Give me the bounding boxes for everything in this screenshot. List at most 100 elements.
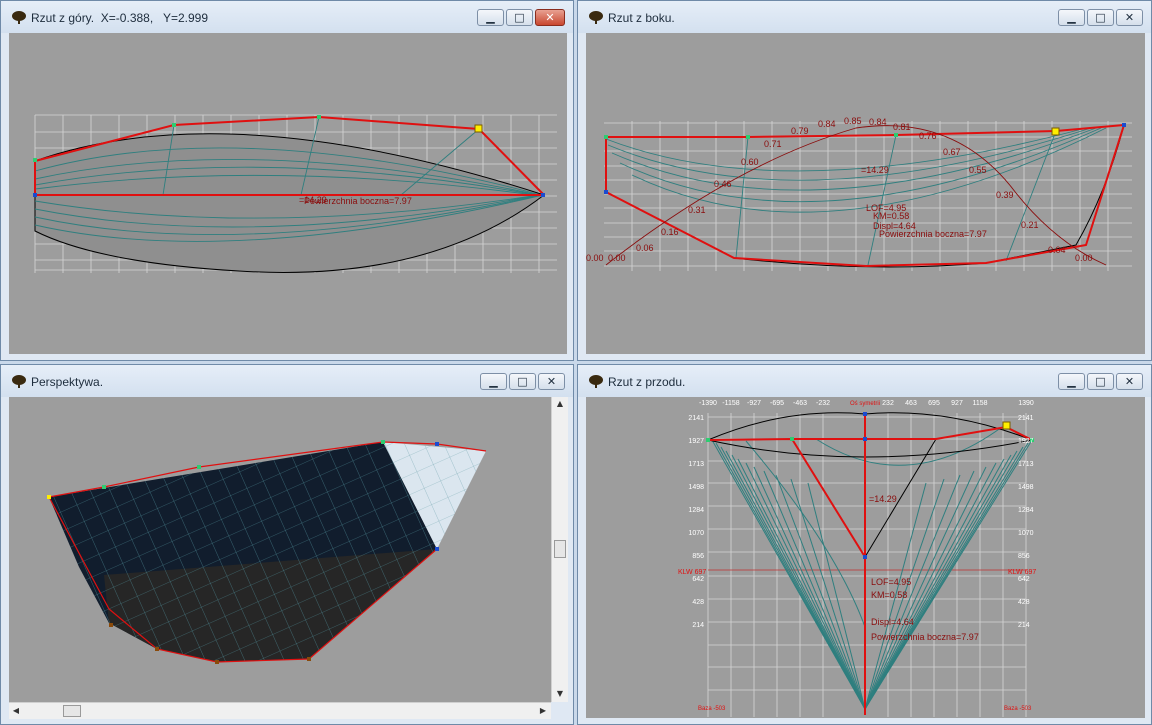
control-point[interactable]: [863, 412, 867, 416]
titlebar[interactable]: Rzut z boku. ▁ □ ✕: [578, 1, 1151, 33]
x-tick-label: 695: [928, 400, 940, 407]
control-point[interactable]: [604, 190, 608, 194]
titlebar[interactable]: Rzut z przodu. ▁ □ ✕: [578, 365, 1151, 397]
x-tick-label: -1390: [699, 400, 717, 407]
control-point[interactable]: [33, 158, 37, 162]
maximize-button[interactable]: □: [506, 9, 533, 26]
area-marker-label: 0.06: [636, 243, 654, 253]
control-point[interactable]: [863, 555, 867, 559]
front-view-canvas[interactable]: -1390 -1158 -927 -695 -463 -232 232 463 695 927 11…: [586, 397, 1145, 718]
titlebar[interactable]: Perspektywa. ▁ □ ✕: [1, 365, 573, 397]
baza-right: Baza -503: [1004, 706, 1032, 712]
minimize-button[interactable]: ▁: [1058, 9, 1085, 26]
front-area: Powierzchnia boczna=7.97: [871, 632, 979, 642]
perspective-canvas[interactable]: [9, 397, 551, 702]
scroll-thumb[interactable]: [554, 540, 566, 558]
side-area: Powierzchnia boczna=7.97: [879, 229, 987, 239]
vertical-scrollbar[interactable]: ▲ ▼: [551, 397, 568, 702]
x-tick-label: 927: [951, 400, 963, 407]
control-point[interactable]: [47, 495, 51, 499]
y-tick-label: 1927: [688, 438, 704, 445]
maximize-button[interactable]: □: [509, 373, 536, 390]
control-point[interactable]: [102, 485, 106, 489]
horizontal-scrollbar[interactable]: ◀ ▶: [9, 702, 551, 719]
control-point[interactable]: [435, 547, 439, 551]
area-marker-label: 0.81: [893, 122, 911, 132]
y-tick-label: 1713: [688, 461, 704, 468]
control-point[interactable]: [1122, 123, 1126, 127]
area-marker-label: 0.79: [791, 126, 809, 136]
maximize-button[interactable]: □: [1087, 9, 1114, 26]
minimize-icon: ▁: [489, 375, 498, 388]
area-marker-label: 0.67: [943, 147, 961, 157]
control-point[interactable]: [863, 437, 867, 441]
close-button[interactable]: ✕: [1116, 373, 1143, 390]
y-tick-label: 428: [1018, 599, 1030, 606]
window-title: Rzut z góry. X=-0.388, Y=2.999: [31, 11, 208, 25]
maximize-icon: □: [1095, 11, 1106, 24]
control-point[interactable]: [155, 647, 159, 651]
app-icon: [589, 11, 603, 24]
control-point[interactable]: [541, 193, 545, 197]
maximize-icon: □: [514, 11, 525, 24]
window-title: Rzut z boku.: [608, 11, 675, 25]
control-point[interactable]: [435, 442, 439, 446]
scroll-right-icon[interactable]: ▶: [536, 704, 550, 718]
control-point[interactable]: [746, 135, 750, 139]
close-icon: ✕: [545, 11, 555, 24]
scroll-up-icon[interactable]: ▲: [553, 397, 567, 411]
baza-left: Baza -503: [698, 706, 726, 712]
x-tick-label: -927: [747, 400, 761, 407]
scroll-left-icon[interactable]: ◀: [9, 704, 23, 718]
control-point[interactable]: [109, 623, 113, 627]
symmetry-label: Oś symetrii: [850, 401, 880, 407]
area-marker-label: 0.46: [714, 179, 732, 189]
deck-outline: [706, 412, 1034, 458]
control-point[interactable]: [317, 115, 321, 119]
control-point[interactable]: [33, 193, 37, 197]
minimize-button[interactable]: ▁: [480, 373, 507, 390]
x-tick-label: -1158: [722, 400, 739, 407]
minimize-icon: ▁: [1067, 375, 1076, 388]
control-point[interactable]: [215, 660, 219, 664]
y-tick-label: 1070: [1018, 530, 1034, 537]
titlebar[interactable]: Rzut z góry. X=-0.388, Y=2.999 ▁ □ ✕: [1, 1, 573, 33]
control-point[interactable]: [172, 123, 176, 127]
front-km: KM=0.58: [871, 590, 907, 600]
control-point[interactable]: [381, 440, 385, 444]
y-axis-ticks-left: 2141 1927 1713 1498 1284 1070 856 642 428 214: [688, 415, 704, 629]
selected-control-point[interactable]: [1002, 421, 1011, 430]
side-center-value: =14.29: [861, 165, 889, 175]
control-point[interactable]: [307, 657, 311, 661]
top-view-canvas[interactable]: =14.29 Powierzchnia boczna=7.97: [9, 33, 567, 354]
maximize-button[interactable]: □: [1087, 373, 1114, 390]
close-button[interactable]: ✕: [535, 9, 565, 26]
front-displ: Displ=4.64: [871, 617, 914, 627]
minimize-button[interactable]: ▁: [1058, 373, 1085, 390]
close-button[interactable]: ✕: [1116, 9, 1143, 26]
area-marker-label: 0.16: [661, 227, 679, 237]
selected-control-point[interactable]: [1051, 127, 1060, 136]
app-icon: [589, 375, 603, 388]
scroll-down-icon[interactable]: ▼: [553, 687, 567, 701]
scroll-thumb[interactable]: [63, 705, 81, 717]
y-tick-label: 1713: [1018, 461, 1034, 468]
area-marker-label: 0.31: [688, 205, 706, 215]
minimize-button[interactable]: ▁: [477, 9, 504, 26]
window-title: Rzut z przodu.: [608, 375, 686, 389]
y-tick-label: 1498: [1018, 484, 1034, 491]
y-tick-label: 856: [692, 553, 704, 560]
area-marker-label: 0.84: [818, 119, 836, 129]
grid: [707, 413, 1027, 717]
control-point[interactable]: [197, 465, 201, 469]
control-point[interactable]: [706, 438, 710, 442]
area-marker-label: 0.39: [996, 190, 1014, 200]
close-button[interactable]: ✕: [538, 373, 565, 390]
y-tick-label: 642: [692, 576, 704, 583]
side-view-canvas[interactable]: 0.00 0.00 0.06 0.16 0.31 0.46 0.60 0.71 0.79 0.84…: [586, 33, 1145, 354]
area-marker-label: 0.84: [869, 117, 887, 127]
selected-control-point[interactable]: [474, 124, 483, 133]
control-point[interactable]: [894, 133, 898, 137]
control-point[interactable]: [790, 437, 794, 441]
control-point[interactable]: [604, 135, 608, 139]
